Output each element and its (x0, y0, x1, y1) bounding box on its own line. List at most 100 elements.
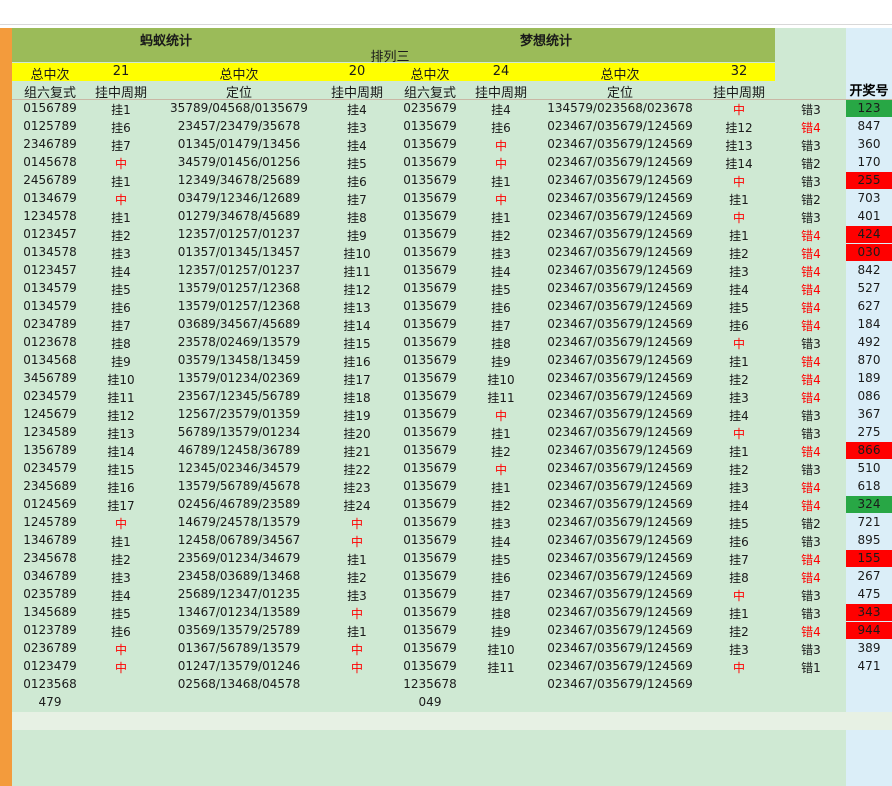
cell-kaijiang (846, 676, 892, 693)
cell-err: 错3 (801, 427, 821, 441)
cell-pos-a: 01279/34678/45689 (177, 209, 301, 223)
cell-kaijiang: 703 (857, 191, 881, 205)
cell-cycle-b: 挂24 (343, 499, 371, 513)
cell-zu6-a: 1234578 (23, 209, 77, 223)
cell-kaijiang: 721 (857, 515, 881, 529)
cell-kaijiang: 618 (857, 479, 881, 493)
cell-zu6-b: 0135679 (403, 299, 457, 313)
cell-cycle-c: 挂5 (491, 283, 511, 297)
col-header-kaijiang: 开奖号 (849, 84, 889, 99)
cell-err: 错4 (801, 121, 821, 135)
cell-zu6-a: 0236789 (23, 641, 77, 655)
cell-kaijiang: 123 (846, 100, 892, 117)
cell-kaijiang: 842 (857, 263, 881, 277)
cell-err: 错3 (801, 211, 821, 225)
cell-zu6-a: 0124569 (23, 497, 77, 511)
cell-pos-a: 23458/03689/13468 (177, 569, 301, 583)
cell-cycle-d: 中 (732, 103, 745, 117)
cell-pos-a: 02456/46789/23589 (177, 497, 301, 511)
cell-zu6-a: 3456789 (23, 371, 77, 385)
cell-cycle-a: 挂2 (111, 553, 131, 567)
cell-kaijiang: 492 (857, 335, 881, 349)
cell-zu6-b: 0135679 (403, 587, 457, 601)
cell-zu6-b: 0135679 (403, 605, 457, 619)
cell-zu6-b: 0135679 (403, 371, 457, 385)
cell-cycle-d: 挂7 (729, 553, 749, 567)
cell-zu6-b: 0135679 (403, 173, 457, 187)
cell-zu6-a: 0134579 (23, 299, 77, 313)
cell-cycle-d: 挂2 (729, 625, 749, 639)
cell-zu6-a: 0134579 (23, 281, 77, 295)
cell-pos-b: 023467/035679/124569 (547, 569, 693, 583)
cell-cycle-d: 挂2 (729, 247, 749, 261)
cell-cycle-d: 挂2 (729, 373, 749, 387)
cell-zu6-b: 0135679 (403, 659, 457, 673)
cell-cycle-b: 挂18 (343, 391, 371, 405)
cell-pos-b: 023467/035679/124569 (547, 227, 693, 241)
cell-pos-b: 023467/035679/124569 (547, 371, 693, 385)
cell-kaijiang: 324 (846, 496, 892, 513)
cell-kaijiang: 424 (846, 226, 892, 243)
cell-cycle-d: 中 (732, 211, 745, 225)
cell-cycle-b: 中 (350, 643, 363, 657)
cell-cycle-a: 挂8 (111, 337, 131, 351)
cell-pos-b: 023467/035679/124569 (547, 677, 693, 691)
cell-cycle-b: 挂11 (343, 265, 371, 279)
cell-zu6-b: 0135679 (403, 155, 457, 169)
cell-zu6-b: 0235679 (403, 101, 457, 115)
cell-zu6-a: 0123678 (23, 335, 77, 349)
cell-cycle-a: 挂12 (107, 409, 135, 423)
cell-cycle-c: 挂7 (491, 319, 511, 333)
cell-err: 错3 (801, 643, 821, 657)
cell-err: 错3 (801, 175, 821, 189)
cell-pos-b: 023467/035679/124569 (547, 425, 693, 439)
cell-kaijiang: 475 (857, 587, 881, 601)
cell-zu6-b: 0135679 (403, 443, 457, 457)
cell-cycle-c: 挂2 (491, 499, 511, 513)
cell-pos-b: 023467/035679/124569 (547, 335, 693, 349)
cell-zu6-a: 0346789 (23, 569, 77, 583)
cell-cycle-d: 挂1 (729, 445, 749, 459)
cell-cycle-b: 挂1 (347, 625, 367, 639)
cell-cycle-c: 挂4 (491, 103, 511, 117)
cell-cycle-a: 挂1 (111, 535, 131, 549)
cell-pos-a: 12458/06789/34567 (177, 533, 301, 547)
cell-zu6-b: 0135679 (403, 227, 457, 241)
cell-zu6-b: 0135679 (403, 533, 457, 547)
cell-cycle-d: 挂4 (729, 409, 749, 423)
cell-kaijiang: 389 (857, 641, 881, 655)
cell-kaijiang: 184 (857, 317, 881, 331)
cell-pos-a: 03689/34567/45689 (177, 317, 301, 331)
total-label-2: 总中次 (219, 68, 259, 83)
cell-cycle-b: 挂4 (347, 103, 367, 117)
cell-pos-a: 13467/01234/13589 (177, 605, 301, 619)
cell-err: 错4 (801, 499, 821, 513)
cell-cycle-d: 挂3 (729, 643, 749, 657)
cell-pos-b: 023467/035679/124569 (547, 515, 693, 529)
cell-err: 错4 (801, 481, 821, 495)
cell-cycle-b: 挂17 (343, 373, 371, 387)
cell-err: 错4 (801, 319, 821, 333)
cell-cycle-c: 挂4 (491, 535, 511, 549)
cell-cycle-c: 挂3 (491, 517, 511, 531)
cell-pos-b: 023467/035679/124569 (547, 209, 693, 223)
cell-cycle-d: 挂3 (729, 391, 749, 405)
cell-cycle-b: 挂3 (347, 589, 367, 603)
cell-cycle-c: 挂11 (487, 661, 515, 675)
cell-err: 错3 (801, 589, 821, 603)
cell-cycle-a: 挂15 (107, 463, 135, 477)
cell-kaijiang: 510 (857, 461, 881, 475)
cell-pos-b: 023467/035679/124569 (547, 479, 693, 493)
cell-zu6-a: 1356789 (23, 443, 77, 457)
cell-zu6-b: 0135679 (403, 569, 457, 583)
cell-zu6-b: 0135679 (403, 317, 457, 331)
cell-err: 错1 (801, 661, 821, 675)
cell-cycle-d: 挂2 (729, 463, 749, 477)
cell-err: 错2 (801, 517, 821, 531)
cell-cycle-b: 挂19 (343, 409, 371, 423)
cell-zu6-b: 0135679 (403, 497, 457, 511)
cell-err: 错4 (801, 283, 821, 297)
header-divider (12, 99, 892, 100)
cell-kaijiang: 866 (846, 442, 892, 459)
cell-pos-b: 023467/035679/124569 (547, 659, 693, 673)
